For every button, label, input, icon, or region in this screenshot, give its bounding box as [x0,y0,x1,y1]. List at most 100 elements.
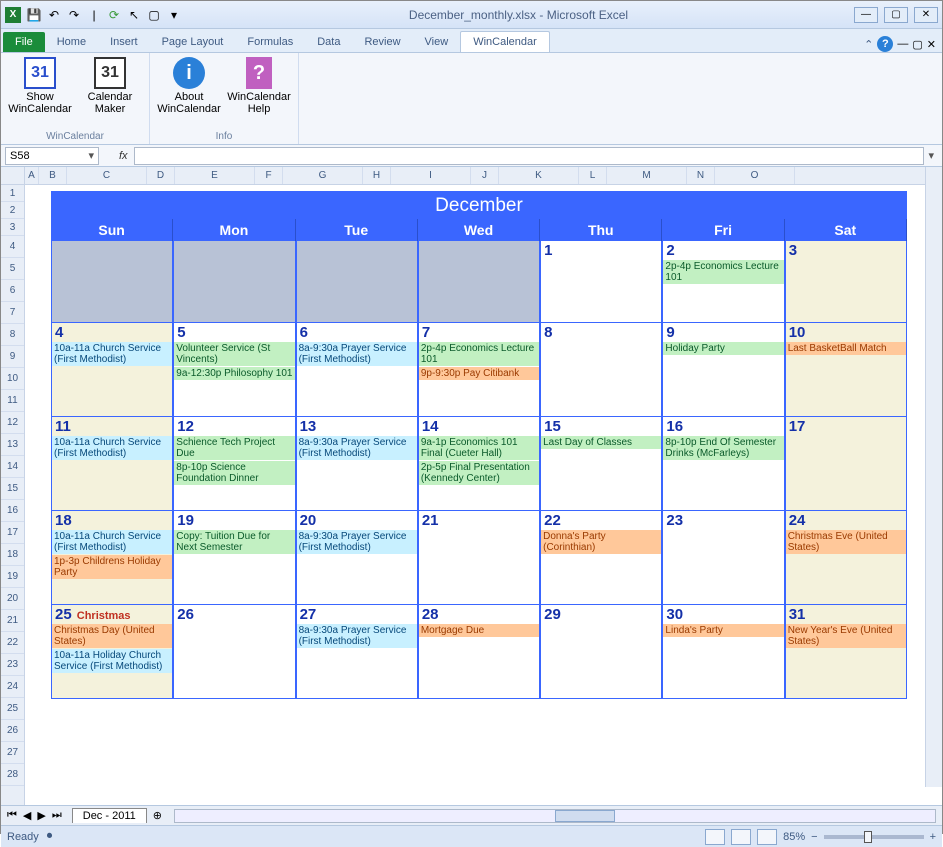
calendar-cell[interactable]: 24Christmas Eve (United States) [785,511,907,605]
calendar-event[interactable]: 8a-9:30a Prayer Service (First Methodist… [297,436,417,460]
calendar-cell[interactable]: 21 [418,511,540,605]
column-header[interactable]: J [471,167,499,184]
minimize-button[interactable]: — [854,7,878,23]
row-header[interactable]: 23 [1,654,24,676]
column-header[interactable]: L [579,167,607,184]
calendar-cell[interactable]: 30Linda's Party [662,605,784,699]
tab-file[interactable]: File [3,32,45,52]
scrollbar-thumb[interactable] [555,810,615,822]
sheet-prev-icon[interactable]: ◀ [21,809,33,822]
calendar-cell[interactable]: 28Mortgage Due [418,605,540,699]
calendar-event[interactable]: Christmas Eve (United States) [786,530,906,554]
view-pagelayout-button[interactable] [731,829,751,845]
column-header[interactable]: H [363,167,391,184]
calendar-cell[interactable]: 149a-1p Economics 101 Final (Cueter Hall… [418,417,540,511]
column-header[interactable]: G [283,167,363,184]
calendar-cell[interactable]: 1 [540,241,662,323]
pointer-icon[interactable]: ↖ [125,6,143,24]
calendar-event[interactable]: 8a-9:30a Prayer Service (First Methodist… [297,342,417,366]
calendar-event[interactable]: 9a-12:30p Philosophy 101 [174,367,294,380]
worksheet-area[interactable]: 1234567891011121314151617181920212223242… [1,167,942,805]
column-header[interactable]: I [391,167,471,184]
calendar-event[interactable]: 10a-11a Church Service (First Methodist) [52,342,172,366]
calendar-cell[interactable]: 68a-9:30a Prayer Service (First Methodis… [296,323,418,417]
tab-page-layout[interactable]: Page Layout [150,32,236,52]
calendar-event[interactable]: Copy: Tuition Due for Next Semester [174,530,294,554]
calendar-event[interactable]: Christmas Day (United States) [52,624,172,648]
tab-insert[interactable]: Insert [98,32,150,52]
formula-expand-icon[interactable]: ▾ [924,149,938,162]
row-header[interactable]: 28 [1,764,24,786]
calendar-cell[interactable]: 5Volunteer Service (St Vincents)9a-12:30… [173,323,295,417]
calendar-event[interactable]: Volunteer Service (St Vincents) [174,342,294,366]
name-box[interactable]: S58▾ [5,147,99,165]
column-header[interactable]: E [175,167,255,184]
calendar-event[interactable]: 8a-9:30a Prayer Service (First Methodist… [297,530,417,554]
calendar-cell[interactable]: 31New Year's Eve (United States) [785,605,907,699]
sheet-last-icon[interactable]: ⏭ [50,809,64,822]
calendar-event[interactable]: 2p-4p Economics Lecture 101 [663,260,783,284]
calendar-event[interactable]: 10a-11a Church Service (First Methodist) [52,436,172,460]
zoom-level[interactable]: 85% [783,831,805,843]
calendar-cell[interactable]: 29 [540,605,662,699]
calendar-cell[interactable] [51,241,173,323]
calendar-cell[interactable]: 17 [785,417,907,511]
calendar-event[interactable]: 10a-11a Holiday Church Service (First Me… [52,649,172,673]
calendar-cell[interactable]: 25 ChristmasChristmas Day (United States… [51,605,173,699]
calendar-grid[interactable]: 122p-4p Economics Lecture 1013410a-11a C… [51,241,907,699]
horizontal-scrollbar[interactable] [174,809,936,823]
calendar-cell[interactable]: 22Donna's Party (Corinthian) [540,511,662,605]
row-header[interactable]: 9 [1,346,24,368]
calendar-cell[interactable]: 138a-9:30a Prayer Service (First Methodi… [296,417,418,511]
column-header[interactable]: B [39,167,67,184]
calendar-cell[interactable] [296,241,418,323]
calendar-event[interactable]: 9p-9:30p Pay Citibank [419,367,539,380]
zoom-in-icon[interactable]: + [930,831,936,843]
row-header[interactable]: 21 [1,610,24,632]
calendar-cell[interactable]: 10Last BasketBall Match [785,323,907,417]
row-header[interactable]: 8 [1,324,24,346]
tab-wincalendar[interactable]: WinCalendar [460,31,550,52]
maximize-button[interactable]: ▢ [884,7,908,23]
row-header[interactable]: 18 [1,544,24,566]
calendar-event[interactable]: Last Day of Classes [541,436,661,449]
calendar-cell[interactable] [418,241,540,323]
tab-formulas[interactable]: Formulas [235,32,305,52]
workbook-restore-icon[interactable]: ▢ [912,38,922,51]
tab-data[interactable]: Data [305,32,352,52]
refresh-icon[interactable]: ⟳ [105,6,123,24]
calendar-event[interactable]: Linda's Party [663,624,783,637]
sheet-first-icon[interactable]: ⏮ [5,809,19,822]
calendar-event[interactable]: 8p-10p Science Foundation Dinner [174,461,294,485]
row-header[interactable]: 13 [1,434,24,456]
calendar-cell[interactable]: 72p-4p Economics Lecture 1019p-9:30p Pay… [418,323,540,417]
calendar-cell[interactable]: 23 [662,511,784,605]
calendar-event[interactable]: 8p-10p End Of Semester Drinks (McFarleys… [663,436,783,460]
calendar-cell[interactable]: 278a-9:30a Prayer Service (First Methodi… [296,605,418,699]
select-all-cell[interactable] [1,167,25,185]
row-header[interactable]: 6 [1,280,24,302]
calendar-event[interactable]: Schience Tech Project Due [174,436,294,460]
calendar-event[interactable]: 10a-11a Church Service (First Methodist) [52,530,172,554]
show-wincalendar-button[interactable]: 31 Show WinCalendar [7,55,73,117]
view-normal-button[interactable] [705,829,725,845]
formula-input[interactable] [134,147,925,165]
calendar-cell[interactable]: 15Last Day of Classes [540,417,662,511]
zoom-out-icon[interactable]: − [811,831,817,843]
row-header[interactable]: 1 [1,185,24,202]
calendar-cell[interactable]: 9Holiday Party [662,323,784,417]
tab-review[interactable]: Review [352,32,412,52]
calendar-event[interactable]: Mortgage Due [419,624,539,637]
wincalendar-help-button[interactable]: ? WinCalendar Help [226,55,292,117]
zoom-thumb[interactable] [864,831,872,843]
fx-label[interactable]: fx [113,150,134,162]
undo-icon[interactable]: ↶ [45,6,63,24]
toggle-icon[interactable]: ▢ [145,6,163,24]
calendar-cell[interactable]: 208a-9:30a Prayer Service (First Methodi… [296,511,418,605]
column-headers[interactable]: ABCDEFGHIJKLMNO [25,167,942,185]
column-header[interactable]: F [255,167,283,184]
column-header[interactable]: M [607,167,687,184]
zoom-slider[interactable] [824,835,924,839]
calendar-event[interactable]: 1p-3p Childrens Holiday Party [52,555,172,579]
calendar-event[interactable]: New Year's Eve (United States) [786,624,906,648]
